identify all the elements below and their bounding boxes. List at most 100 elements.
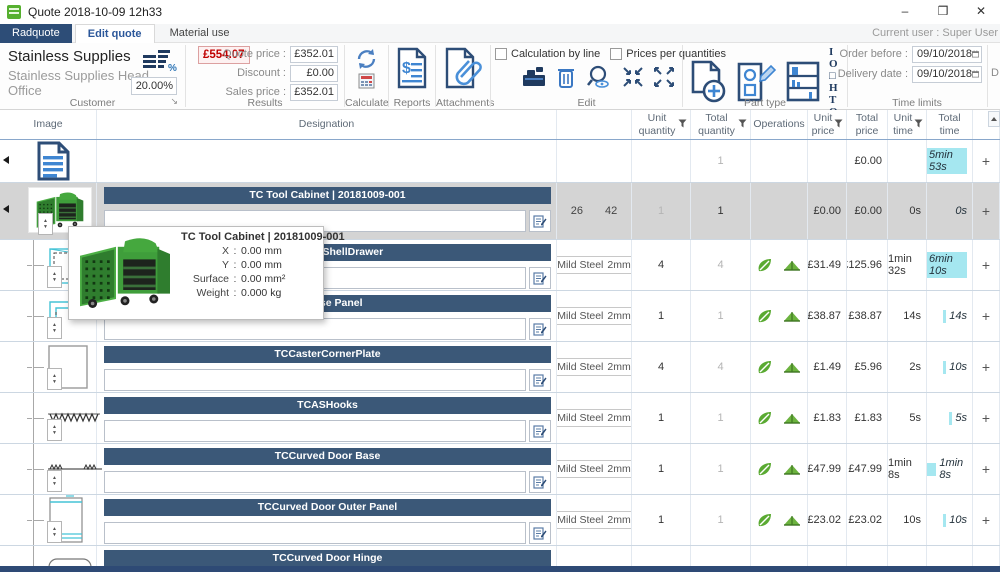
material-chip[interactable]: Mild Steel2mm [557, 511, 632, 529]
expand-collapse-icon[interactable] [3, 156, 9, 164]
table-row[interactable]: ▲▼ TCCasterCornerPlate Mild Steel2mm 4 4… [0, 342, 1000, 393]
edit-note-button[interactable] [529, 267, 551, 289]
header-unit-price[interactable]: Unit price [808, 110, 847, 139]
header-unit-quantity[interactable]: Unit quantity [632, 110, 691, 139]
designation-input[interactable] [104, 471, 526, 493]
fold-operation-icon[interactable] [782, 258, 802, 272]
add-row-button[interactable]: + [982, 463, 990, 475]
order-before-date-field[interactable]: 09/10/2018 [912, 46, 982, 63]
table-row[interactable]: ▲▼ TCASHooks Mild Steel2mm 1 1 £1.83 £1.… [0, 393, 1000, 444]
cut-operation-icon[interactable] [756, 512, 774, 528]
expand-collapse-icon[interactable] [3, 205, 9, 213]
quantity-spinner[interactable]: ▲▼ [47, 470, 62, 492]
reports-button[interactable]: $ Reports [389, 43, 435, 110]
unit-quantity-cell[interactable]: 2 [632, 546, 691, 567]
header-designation[interactable]: Designation [97, 110, 557, 139]
material-chip[interactable]: Mild Steel2mm [557, 460, 632, 478]
unit-quantity-cell[interactable]: 1 [632, 393, 691, 443]
header-unit-time[interactable]: Unit time [888, 110, 927, 139]
add-row-button[interactable]: + [982, 412, 990, 424]
attachments-button[interactable]: Attachments [436, 43, 490, 110]
add-row-button[interactable]: + [982, 259, 990, 271]
add-row-button[interactable]: + [982, 310, 990, 322]
tab-edit-quote[interactable]: Edit quote [75, 24, 155, 43]
preview-magnifier-icon[interactable] [585, 65, 613, 89]
fold-operation-icon[interactable] [782, 513, 802, 527]
delivery-date-field[interactable]: 09/10/2018 [912, 66, 982, 83]
table-row[interactable]: 90.0 ▲▼ TCCurved Door Hinge Mild Steel2m… [0, 546, 1000, 567]
delete-trash-icon[interactable] [556, 65, 576, 89]
header-total-quantity[interactable]: Total quantity [691, 110, 751, 139]
tab-material-use[interactable]: Material use [158, 24, 242, 43]
table-row[interactable]: ▲▼ TCCurved Door Base Mild Steel2mm 1 1 … [0, 444, 1000, 495]
cut-operation-icon[interactable] [756, 410, 774, 426]
unit-quantity-cell[interactable]: 1 [632, 183, 691, 239]
filter-icon[interactable] [834, 119, 843, 128]
calculate-button[interactable]: Calculate [345, 43, 388, 110]
quote-price-input[interactable] [290, 46, 338, 63]
cut-operation-icon[interactable] [756, 359, 774, 375]
close-button[interactable]: ✕ [962, 0, 1000, 24]
fold-operation-icon[interactable] [782, 309, 802, 323]
toolbox-icon[interactable] [521, 66, 547, 88]
minimize-button[interactable]: – [886, 0, 924, 24]
header-material[interactable] [557, 110, 632, 139]
cut-operation-icon[interactable] [756, 257, 774, 273]
add-row-button[interactable]: + [982, 205, 990, 217]
edit-note-button[interactable] [529, 420, 551, 442]
designation-input[interactable] [104, 522, 526, 544]
unit-quantity-cell[interactable]: 1 [632, 495, 691, 545]
designation-input[interactable] [104, 318, 526, 340]
discount-input[interactable] [131, 77, 177, 95]
unit-quantity-cell[interactable]: 1 [632, 291, 691, 341]
quantity-spinner[interactable]: ▲▼ [47, 419, 62, 441]
discount-value-input[interactable] [290, 65, 338, 82]
fold-operation-icon[interactable] [782, 462, 802, 476]
quantity-spinner[interactable]: ▲▼ [47, 317, 62, 339]
designation-input[interactable] [104, 420, 526, 442]
add-cell: + [973, 393, 1000, 443]
header-image[interactable]: Image [0, 110, 97, 139]
edit-note-button[interactable] [529, 318, 551, 340]
calculation-by-line-checkbox[interactable]: Calculation by line [495, 48, 600, 60]
expand-all-icon[interactable] [653, 66, 675, 88]
unit-quantity-cell[interactable]: 4 [632, 342, 691, 392]
unit-quantity-cell[interactable]: 1 [632, 444, 691, 494]
fold-operation-icon[interactable] [782, 411, 802, 425]
designation-input[interactable] [104, 369, 526, 391]
quantity-spinner[interactable]: ▲▼ [47, 266, 62, 288]
edit-note-button[interactable] [529, 210, 551, 232]
cut-operation-icon[interactable] [756, 308, 774, 324]
material-chip[interactable]: Mild Steel2mm [557, 358, 632, 376]
maximize-button[interactable]: ❒ [924, 0, 962, 24]
material-chip[interactable]: Mild Steel2mm [557, 307, 632, 325]
header-total-price[interactable]: Total price [847, 110, 888, 139]
unit-quantity-cell[interactable]: 4 [632, 240, 691, 290]
add-row-button[interactable]: + [982, 155, 990, 167]
header-operations[interactable]: Operations [751, 110, 808, 139]
collapse-all-icon[interactable] [622, 66, 644, 88]
unit-quantity-cell[interactable] [632, 140, 691, 182]
scroll-up-button[interactable] [988, 111, 1000, 127]
add-row-button[interactable]: + [982, 514, 990, 526]
table-row[interactable]: 1 £0.00 5min 53s + [0, 140, 1000, 183]
quantity-spinner[interactable]: ▲▼ [38, 213, 53, 235]
material-chip[interactable]: Mild Steel2mm [557, 256, 632, 274]
table-row[interactable]: ▲▼ TCCurved Door Outer Panel Mild Steel2… [0, 495, 1000, 546]
quantity-spinner[interactable]: ▲▼ [47, 521, 62, 543]
filter-icon[interactable] [738, 119, 747, 128]
header-total-time[interactable]: Total time [927, 110, 973, 139]
add-row-button[interactable]: + [982, 361, 990, 373]
fold-operation-icon[interactable] [782, 360, 802, 374]
tab-radquote[interactable]: Radquote [0, 24, 72, 43]
filter-icon[interactable] [678, 119, 687, 128]
cut-operation-icon[interactable] [756, 461, 774, 477]
edit-note-button[interactable] [529, 369, 551, 391]
quantity-spinner[interactable]: ▲▼ [47, 368, 62, 390]
total-price-cell: £23.02 [847, 495, 888, 545]
edit-note-button[interactable] [529, 522, 551, 544]
material-chip[interactable]: Mild Steel2mm [557, 409, 632, 427]
edit-note-button[interactable] [529, 471, 551, 493]
filter-icon[interactable] [914, 119, 923, 128]
dialog-launcher-icon[interactable]: ↘ [170, 96, 178, 107]
